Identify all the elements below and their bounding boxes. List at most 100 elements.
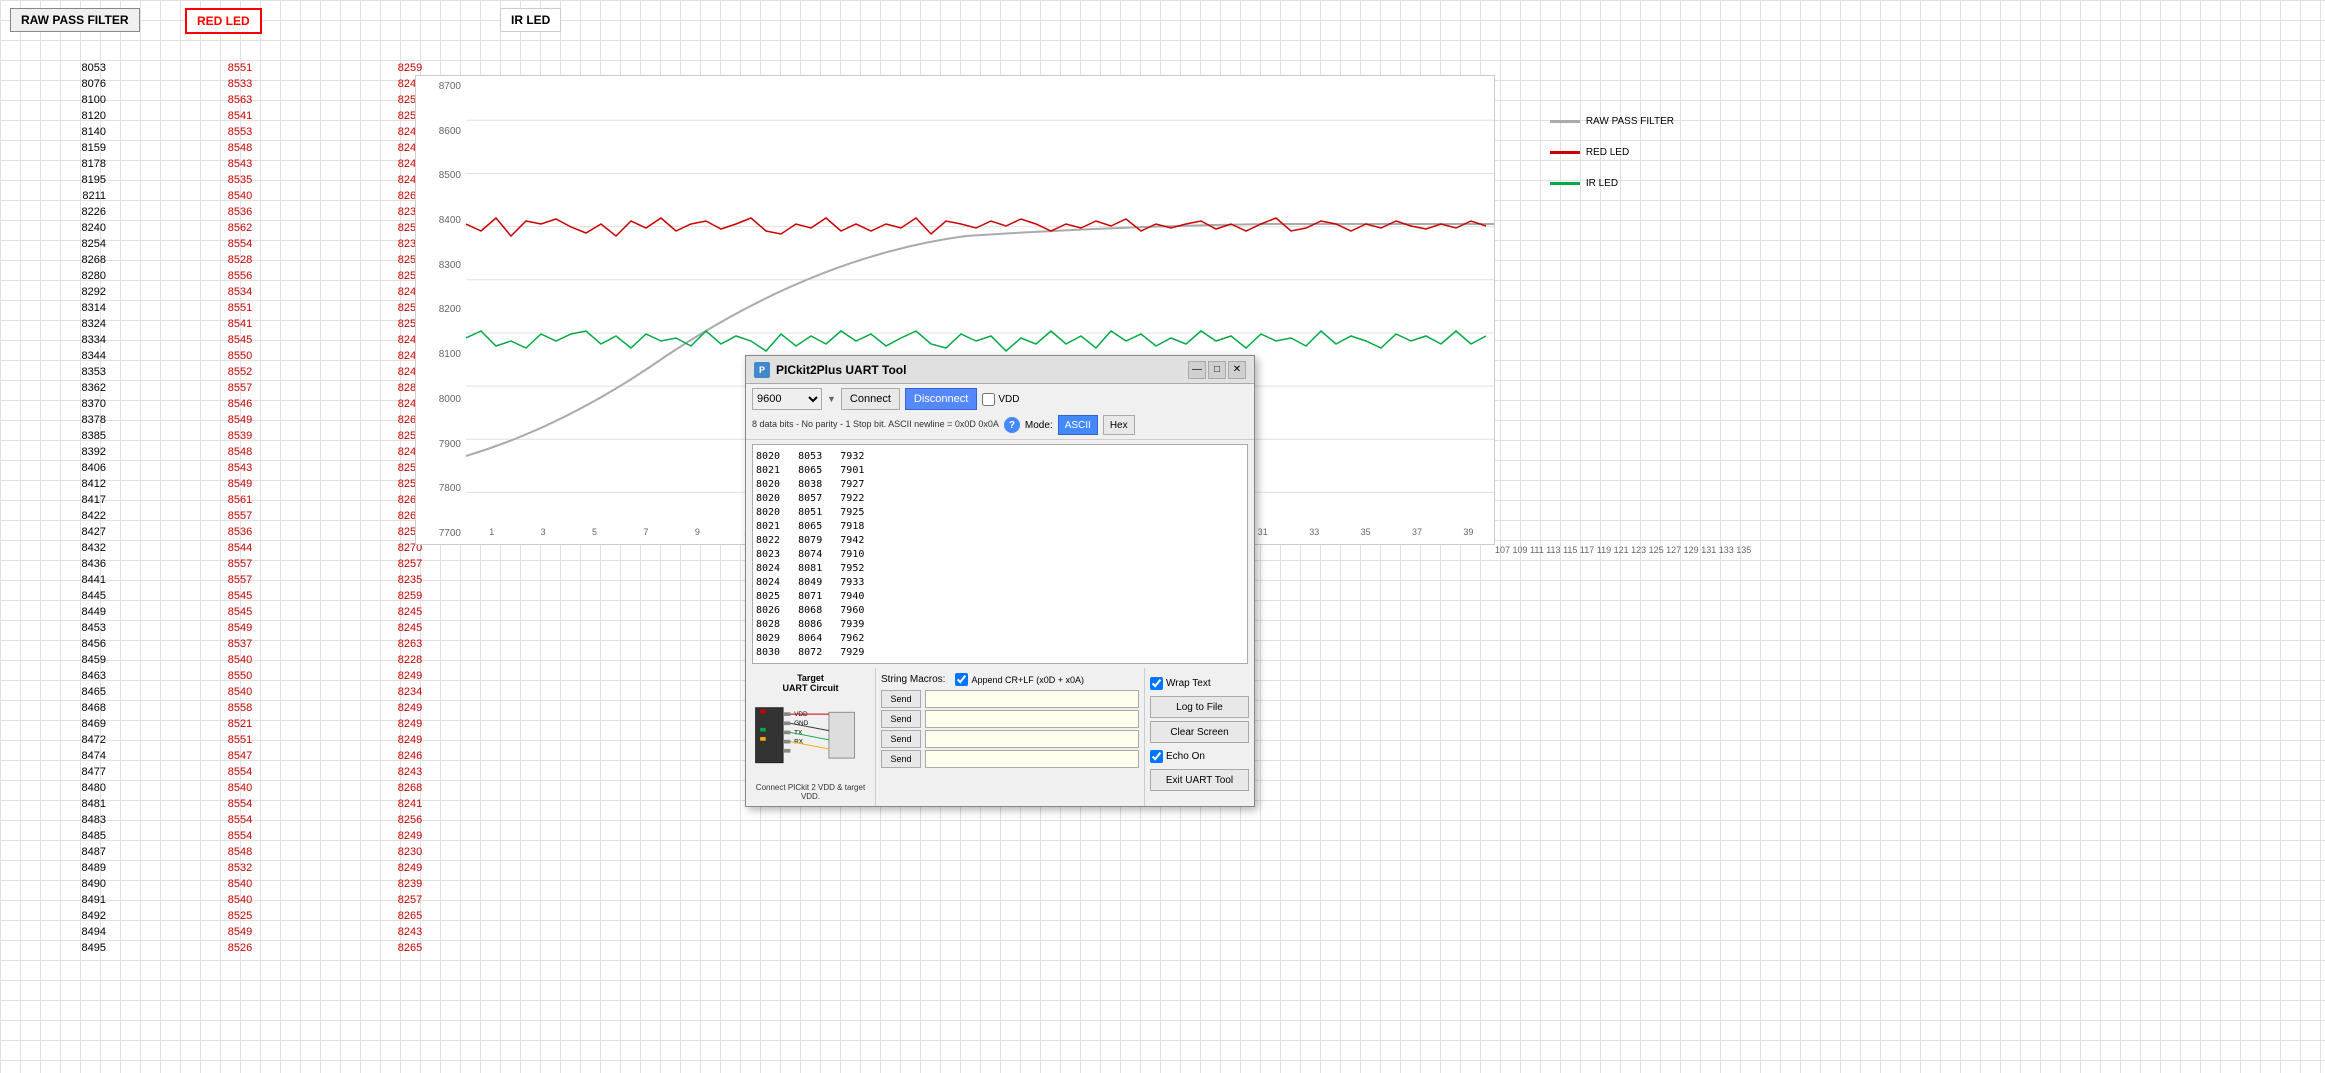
ir-data-value: 8249 — [394, 732, 426, 748]
red-data-value: 8541 — [224, 108, 256, 124]
wrap-text-checkbox[interactable] — [1150, 677, 1163, 690]
exit-uart-button[interactable]: Exit UART Tool — [1150, 769, 1249, 791]
raw-data-value: 8491 — [78, 892, 110, 908]
red-data-value: 8556 — [224, 268, 256, 284]
red-data-value: 8545 — [224, 604, 256, 620]
disconnect-button[interactable]: Disconnect — [905, 388, 977, 410]
raw-data-value: 8445 — [78, 588, 110, 604]
ir-data-value: 8257 — [394, 892, 426, 908]
ascii-mode-button[interactable]: ASCII — [1058, 415, 1098, 435]
maximize-button[interactable]: □ — [1208, 361, 1226, 379]
raw-data-value: 8334 — [78, 332, 110, 348]
output-line: 8024 8049 7933 — [756, 576, 1244, 590]
red-data-column: 8551853385638541855385488543853585408536… — [180, 60, 300, 956]
wrap-text-label: Wrap Text — [1150, 673, 1249, 693]
output-line: 8026 8068 7960 — [756, 604, 1244, 618]
echo-on-label: Echo On — [1150, 746, 1249, 766]
raw-data-value: 8456 — [78, 636, 110, 652]
red-data-value: 8557 — [224, 508, 256, 524]
y-axis-label: 8600 — [439, 126, 461, 137]
raw-data-value: 8268 — [78, 252, 110, 268]
raw-data-value: 8324 — [78, 316, 110, 332]
x-axis-label: 3 — [517, 527, 568, 537]
echo-on-checkbox[interactable] — [1150, 750, 1163, 763]
output-line: 8030 8072 7929 — [756, 646, 1244, 660]
data-settings-info: 8 data bits - No parity - 1 Stop bit. AS… — [752, 419, 999, 431]
output-line: 8024 8081 7952 — [756, 562, 1244, 576]
red-data-value: 8540 — [224, 684, 256, 700]
ir-data-value: 8268 — [394, 780, 426, 796]
send-button-1[interactable]: Send — [881, 690, 921, 708]
macro-input-3[interactable] — [925, 730, 1139, 748]
x-axis-label: 1 — [466, 527, 517, 537]
send-button-4[interactable]: Send — [881, 750, 921, 768]
macros-section: String Macros: Append CR+LF (x0D + x0A) … — [876, 668, 1144, 806]
raw-data-value: 8487 — [78, 844, 110, 860]
hex-mode-button[interactable]: Hex — [1103, 415, 1135, 435]
raw-data-value: 8100 — [78, 92, 110, 108]
red-data-value: 8549 — [224, 620, 256, 636]
ir-data-value: 8243 — [394, 764, 426, 780]
baud-rate-select[interactable]: 9600 19200 115200 — [752, 388, 822, 410]
send-button-2[interactable]: Send — [881, 710, 921, 728]
append-crlf-checkbox[interactable] — [955, 673, 968, 686]
macro-input-4[interactable] — [925, 750, 1139, 768]
macro-input-1[interactable] — [925, 690, 1139, 708]
red-data-value: 8540 — [224, 188, 256, 204]
uart-dialog: P PICkit2Plus UART Tool — □ ✕ 9600 19200… — [745, 355, 1255, 807]
raw-data-value: 8076 — [78, 76, 110, 92]
vdd-checkbox-label: VDD — [982, 393, 1019, 406]
raw-data-value: 8441 — [78, 572, 110, 588]
svg-text:TX: TX — [794, 729, 803, 736]
connect-button[interactable]: Connect — [841, 388, 900, 410]
red-data-value: 8535 — [224, 172, 256, 188]
raw-data-value: 8178 — [78, 156, 110, 172]
red-data-value: 8551 — [224, 60, 256, 76]
ir-data-value: 8241 — [394, 796, 426, 812]
red-data-value: 8550 — [224, 668, 256, 684]
titlebar-controls: — □ ✕ — [1188, 361, 1246, 379]
raw-data-value: 8392 — [78, 444, 110, 460]
macro-input-2[interactable] — [925, 710, 1139, 728]
red-data-value: 8550 — [224, 348, 256, 364]
circuit-diagram: VDD GND TX RX — [751, 695, 861, 780]
macro-row-3: Send — [881, 730, 1139, 748]
help-icon[interactable]: ? — [1004, 417, 1020, 433]
red-data-value: 8554 — [224, 828, 256, 844]
dialog-bottom: TargetUART Circuit VDD GND TX RX — [746, 668, 1254, 806]
raw-data-value: 8489 — [78, 860, 110, 876]
red-data-value: 8562 — [224, 220, 256, 236]
ir-data-value: 8235 — [394, 572, 426, 588]
clear-screen-button[interactable]: Clear Screen — [1150, 721, 1249, 743]
raw-data-value: 8195 — [78, 172, 110, 188]
raw-data-value: 8469 — [78, 716, 110, 732]
red-data-value: 8554 — [224, 236, 256, 252]
chart-x-right: 107 109 111 113 115 117 119 121 123 125 … — [1495, 545, 1751, 555]
ir-data-value: 8245 — [394, 604, 426, 620]
raw-data-value: 8485 — [78, 828, 110, 844]
raw-data-value: 8436 — [78, 556, 110, 572]
output-line: 8022 8079 7942 — [756, 534, 1244, 548]
raw-data-value: 8211 — [78, 188, 110, 204]
red-data-value: 8548 — [224, 140, 256, 156]
send-button-3[interactable]: Send — [881, 730, 921, 748]
red-data-value: 8536 — [224, 524, 256, 540]
ir-data-value: 8230 — [394, 844, 426, 860]
red-data-value: 8557 — [224, 380, 256, 396]
close-button[interactable]: ✕ — [1228, 361, 1246, 379]
append-crlf-label: Append CR+LF (x0D + x0A) — [955, 673, 1084, 686]
vdd-checkbox[interactable] — [982, 393, 995, 406]
raw-data-value: 8465 — [78, 684, 110, 700]
raw-data-value: 8280 — [78, 268, 110, 284]
macro-row-1: Send — [881, 690, 1139, 708]
raw-data-value: 8483 — [78, 812, 110, 828]
minimize-button[interactable]: — — [1188, 361, 1206, 379]
log-to-file-button[interactable]: Log to File — [1150, 696, 1249, 718]
red-data-value: 8549 — [224, 412, 256, 428]
ir-data-value: 8249 — [394, 668, 426, 684]
red-data-value: 8553 — [224, 124, 256, 140]
raw-data-value: 8432 — [78, 540, 110, 556]
uart-output[interactable]: 8021 8078 79188020 8034 79128020 8051 79… — [752, 444, 1248, 664]
red-data-value: 8557 — [224, 572, 256, 588]
ir-data-value: 8259 — [394, 588, 426, 604]
